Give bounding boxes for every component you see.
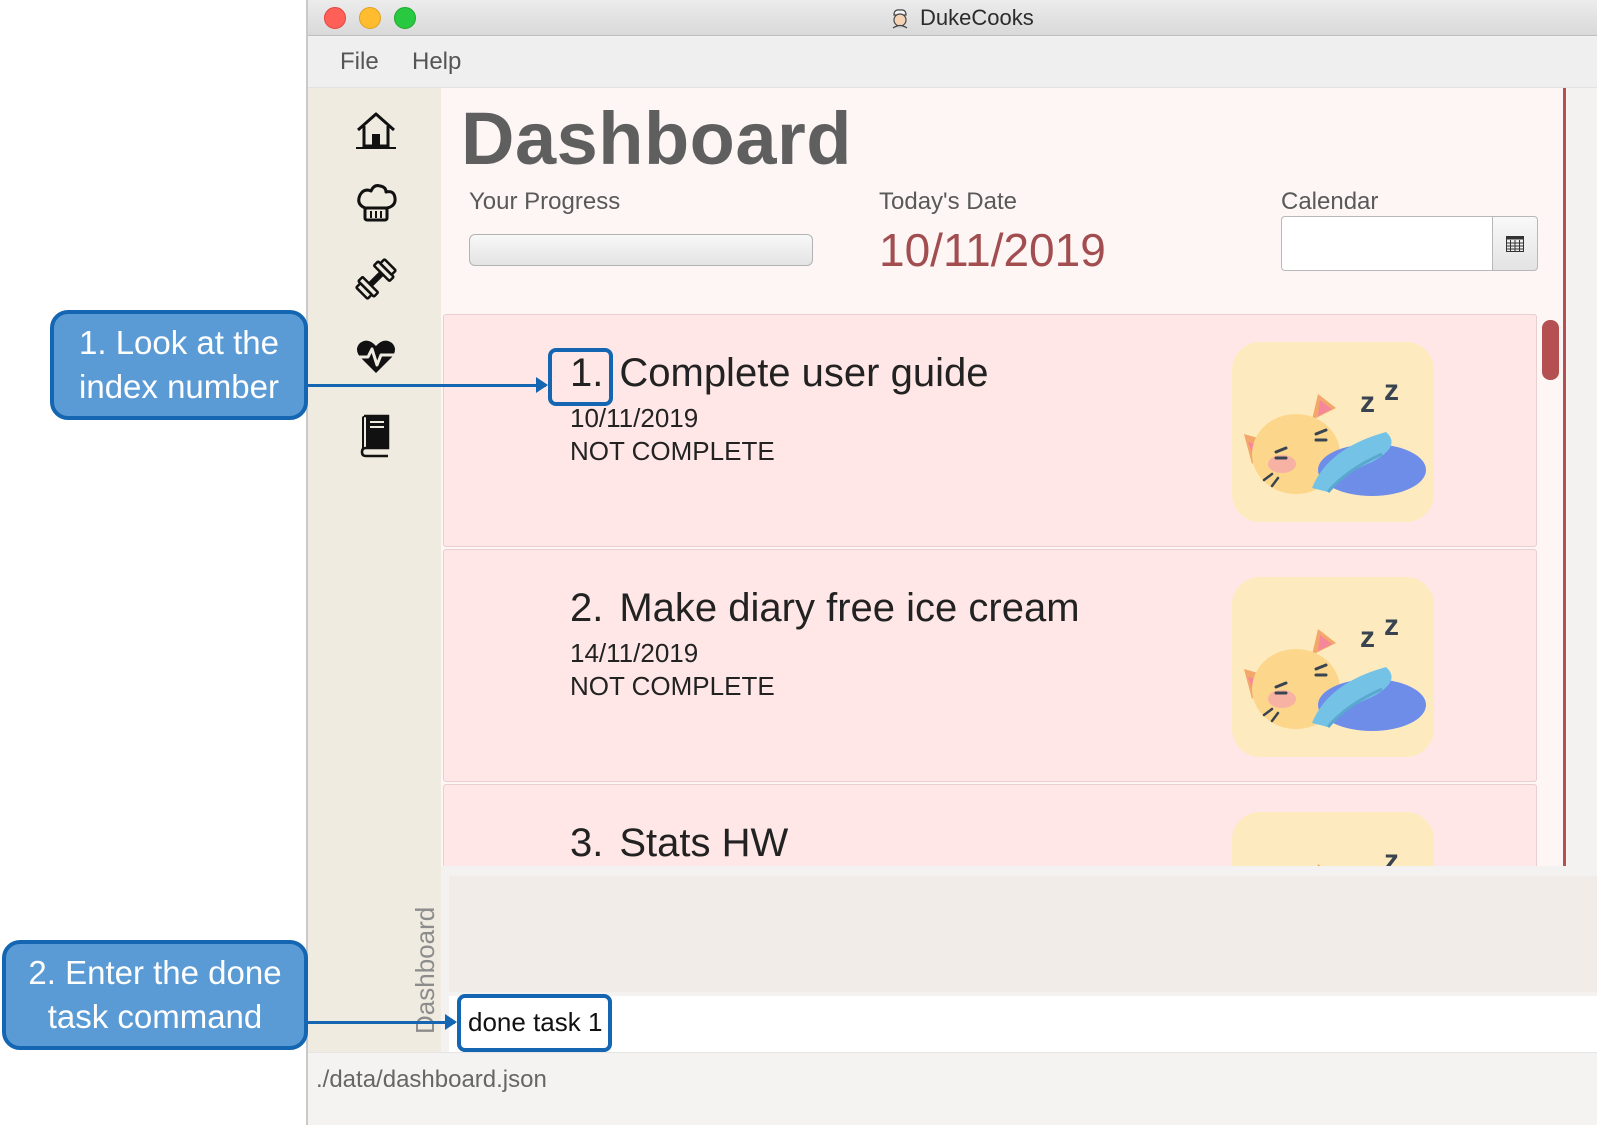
task-card[interactable]: 2. Make diary free ice cream 14/11/2019 N… xyxy=(443,549,1537,782)
task-date: 14/11/2019 xyxy=(570,638,699,668)
sleeping-cat-image xyxy=(1232,577,1434,757)
task-list-scrollbar[interactable] xyxy=(1540,314,1562,866)
task-heading: 3. Stats HW xyxy=(570,821,788,866)
window-title-group: DukeCooks xyxy=(888,5,1034,31)
annotation-arrow-1 xyxy=(308,377,548,393)
maximize-window-button[interactable] xyxy=(394,7,416,29)
progress-bar xyxy=(469,234,813,266)
result-display xyxy=(449,876,1597,992)
calendar-picker-button[interactable] xyxy=(1492,216,1538,271)
today-date-value: 10/11/2019 xyxy=(879,224,1106,276)
calendar-icon xyxy=(1506,235,1524,252)
annotation-step-2-line-1: 2. Enter the done xyxy=(28,954,282,991)
annotation-step-1-line-1: 1. Look at the xyxy=(79,324,279,361)
app-window: DukeCooks File Help Dashboard Your Progr… xyxy=(306,0,1597,1125)
scrollbar-thumb[interactable] xyxy=(1542,320,1559,380)
command-box[interactable] xyxy=(449,996,1597,1052)
annotation-step-2-line-2: task command xyxy=(47,998,263,1035)
minimize-window-button[interactable] xyxy=(359,7,381,29)
home-icon xyxy=(356,112,396,149)
current-page-label: Dashboard xyxy=(410,906,440,1034)
calendar-label: Calendar xyxy=(1281,188,1379,215)
task-index: 2. xyxy=(570,586,604,630)
window-title: DukeCooks xyxy=(920,5,1034,30)
nav-diary-button[interactable] xyxy=(350,408,402,460)
task-name: Complete user guide xyxy=(619,351,989,395)
page-title: Dashboard xyxy=(461,97,853,180)
status-bar-path: ./data/dashboard.json xyxy=(316,1066,547,1093)
annotation-step-1: 1. Look at the index number xyxy=(50,310,308,420)
task-heading: 2. Make diary free ice cream xyxy=(570,586,1080,631)
dumbbell-icon xyxy=(355,258,397,300)
panel-divider xyxy=(1563,88,1566,866)
dashboard-panel: Dashboard Your Progress Today's Date 10/… xyxy=(441,88,1567,866)
index-highlight-box xyxy=(548,348,613,406)
chef-hat-icon xyxy=(357,184,397,222)
nav-health-button[interactable] xyxy=(350,331,402,383)
task-status: NOT COMPLETE xyxy=(570,436,775,466)
task-index: 3. xyxy=(570,821,604,865)
nav-dashboard-button[interactable] xyxy=(350,104,402,156)
today-date-label: Today's Date xyxy=(879,188,1017,215)
sleeping-cat-image xyxy=(1232,812,1434,866)
menu-file[interactable]: File xyxy=(340,48,379,76)
close-window-button[interactable] xyxy=(324,7,346,29)
progress-label: Your Progress xyxy=(469,188,621,215)
command-highlight-box xyxy=(457,994,612,1052)
task-name: Make diary free ice cream xyxy=(619,586,1080,630)
book-icon xyxy=(360,414,390,458)
task-heading: 1. Complete user guide xyxy=(570,351,988,396)
annotation-step-2: 2. Enter the done task command xyxy=(2,940,308,1050)
calendar-date-field[interactable] xyxy=(1281,216,1493,271)
nav-exercise-button[interactable] xyxy=(350,253,402,305)
annotation-arrow-2 xyxy=(308,1014,457,1030)
heartbeat-icon xyxy=(354,340,398,373)
task-status: NOT COMPLETE xyxy=(570,671,775,701)
nav-recipes-button[interactable] xyxy=(350,178,402,230)
title-bar: DukeCooks xyxy=(308,0,1597,36)
task-name: Stats HW xyxy=(619,821,789,865)
menu-bar: File Help xyxy=(308,37,1597,88)
task-date: 10/11/2019 xyxy=(570,403,699,433)
annotation-step-1-line-2: index number xyxy=(79,368,279,405)
task-card[interactable]: 3. Stats HW xyxy=(443,784,1537,866)
sleeping-cat-image xyxy=(1232,342,1434,522)
menu-help[interactable]: Help xyxy=(412,48,461,76)
chef-face-icon xyxy=(892,9,908,29)
